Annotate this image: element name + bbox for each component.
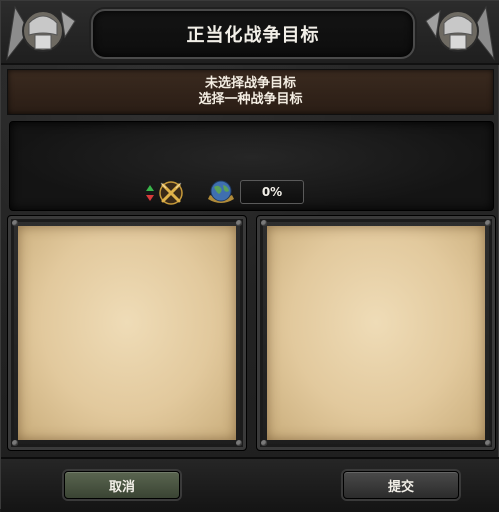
helmet-emblem-icon: [425, 5, 495, 61]
globe-icon: [208, 180, 234, 203]
parchment-left: [18, 226, 236, 440]
rivet: [12, 220, 18, 226]
no-wargoal-text: 未选择战争目标: [204, 76, 296, 91]
cancel-button[interactable]: 取消: [64, 471, 180, 499]
rivet: [485, 220, 491, 226]
wargoal-status-banner: 未选择战争目标 选择一种战争目标: [7, 69, 494, 115]
rivet: [261, 220, 267, 226]
rivet: [236, 440, 242, 446]
submit-button[interactable]: 提交: [343, 471, 459, 499]
rivet: [261, 440, 267, 446]
parchment-right: [267, 226, 485, 440]
rivet: [485, 440, 491, 446]
up-down-arrows-icon: [146, 185, 154, 201]
rivet: [236, 220, 242, 226]
wargoal-detail-panel: [256, 215, 496, 451]
justification-progress: 0%: [240, 180, 304, 204]
wargoal-info-panel: 0%: [9, 121, 494, 211]
helmet-emblem-icon: [6, 5, 76, 61]
crossed-swords-icon[interactable]: [158, 180, 184, 206]
rivet: [12, 440, 18, 446]
title-bar: 正当化战争目标: [1, 1, 499, 65]
justify-wargoal-window: 正当化战争目标 未选择战争目标 选择一种战争目标 0% 取消 提交: [0, 0, 499, 512]
footer-bar: 取消 提交: [1, 457, 499, 512]
select-wargoal-text: 选择一种战争目标: [198, 92, 303, 107]
window-title: 正当化战争目标: [91, 9, 415, 59]
wargoal-list-panel: [7, 215, 247, 451]
